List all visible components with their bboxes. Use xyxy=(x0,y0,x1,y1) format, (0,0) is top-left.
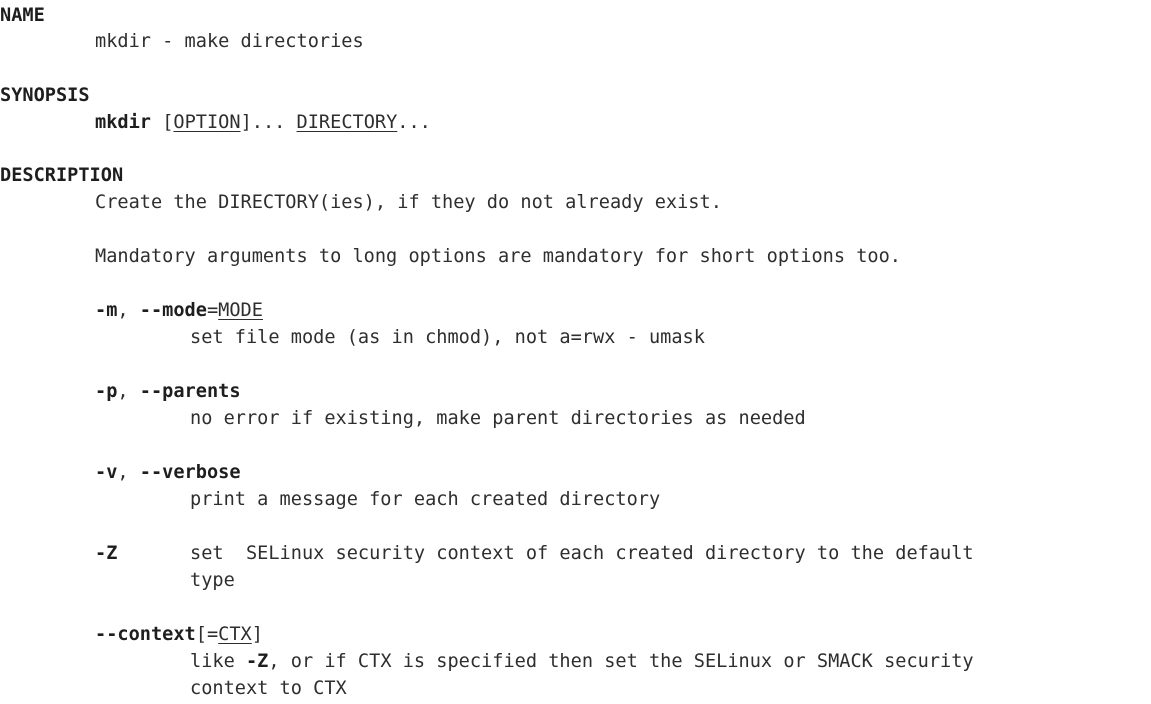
option-parents-long: --parents xyxy=(139,381,241,402)
option-parents-header: -p, --parents xyxy=(95,378,241,405)
option-verbose-sep: , xyxy=(117,462,140,483)
option-mode-eq: = xyxy=(206,300,219,321)
option-context-desc-flag: -Z xyxy=(245,651,269,672)
option-parents-desc: no error if existing, make parent direct… xyxy=(190,408,806,429)
option-context-close: ] xyxy=(251,624,263,645)
option-mode-arg: MODE xyxy=(218,300,263,321)
option-mode-desc: set file mode (as in chmod), not a=rwx -… xyxy=(190,327,705,348)
synopsis-option: OPTION xyxy=(173,112,241,133)
option-z-short: -Z xyxy=(95,543,118,564)
option-verbose-long: --verbose xyxy=(139,462,241,483)
option-context-long: --context xyxy=(95,624,196,645)
option-mode-header: -m, --mode=MODE xyxy=(95,297,263,324)
option-context-header: --context[=CTX] xyxy=(95,621,263,648)
option-context-arg: CTX xyxy=(218,624,252,645)
section-heading-synopsis: SYNOPSIS xyxy=(0,85,90,106)
option-context-open: [= xyxy=(195,624,219,645)
option-context-desc-line1: like -Z, or if CTX is specified then set… xyxy=(190,648,974,675)
name-text: mkdir - make directories xyxy=(95,31,364,52)
description-mandatory: Mandatory arguments to long options are … xyxy=(95,246,901,267)
synopsis-open-bracket: [ xyxy=(162,112,174,133)
option-mode-long: --mode xyxy=(139,300,207,321)
synopsis-close-bracket: ]... xyxy=(240,112,286,133)
synopsis-ellipsis: ... xyxy=(397,112,431,133)
description-intro: Create the DIRECTORY(ies), if they do no… xyxy=(95,192,722,213)
option-verbose-desc: print a message for each created directo… xyxy=(190,489,661,510)
synopsis-command: mkdir xyxy=(95,112,151,133)
option-verbose-header: -v, --verbose xyxy=(95,459,241,486)
option-context-desc-prefix: like xyxy=(190,651,246,672)
option-parents-sep: , xyxy=(117,381,140,402)
section-heading-description: DESCRIPTION xyxy=(0,165,124,186)
synopsis-line: mkdir [OPTION]... DIRECTORY... xyxy=(95,109,431,136)
section-heading-name: NAME xyxy=(0,5,45,26)
option-z-desc-line2: type xyxy=(190,570,235,591)
option-parents-short: -p xyxy=(95,381,118,402)
synopsis-directory: DIRECTORY xyxy=(296,112,398,133)
option-mode-sep: , xyxy=(117,300,140,321)
option-context-desc-rest: , or if CTX is specified then set the SE… xyxy=(268,651,974,672)
option-z-desc-line1: set SELinux security context of each cre… xyxy=(190,543,974,564)
option-context-desc-line2: context to CTX xyxy=(190,678,347,699)
option-mode-short: -m xyxy=(95,300,118,321)
option-verbose-short: -v xyxy=(95,462,118,483)
